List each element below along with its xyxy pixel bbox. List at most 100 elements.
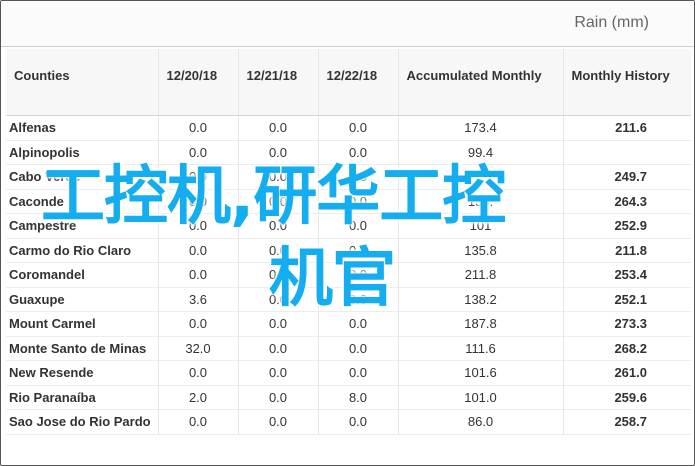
cell-accumulated: 111.6 xyxy=(397,336,563,361)
cell-day2: 0.0 xyxy=(237,287,318,312)
cell-accumulated: 101.0 xyxy=(397,385,563,410)
table-row[interactable]: Caconde 0.0 0.0 0.0 155. 264.3 xyxy=(6,189,691,214)
cell-history: 252.1 xyxy=(562,287,691,312)
cell-day2: 0.0 xyxy=(237,409,318,434)
cell-day2: 0.0 xyxy=(237,213,318,238)
cell-accumulated: 211.8 xyxy=(397,262,563,287)
table-row[interactable]: Cabo Verde 0.0 0.0 0.0 249.7 xyxy=(6,164,691,189)
column-header-day2[interactable]: 12/21/18 xyxy=(237,49,318,116)
column-header-day3[interactable]: 12/22/18 xyxy=(317,49,398,116)
cell-day1: 0.0 xyxy=(157,238,238,263)
cell-history: 264.3 xyxy=(562,189,691,214)
cell-day1: 0.0 xyxy=(157,360,238,385)
cell-accumulated: 99.4 xyxy=(397,140,563,165)
cell-day2: 0.0 xyxy=(237,238,318,263)
cell-accumulated xyxy=(397,164,563,189)
table-row[interactable]: Sao Jose do Rio Pardo 0.0 0.0 0.0 86.0 258.7 xyxy=(6,409,691,434)
cell-county: Caconde xyxy=(9,193,64,209)
cell-day3: 0.0 xyxy=(317,262,398,287)
rain-table-window: Rain (mm) Counties 12/20/18 12/21/18 12/… xyxy=(0,0,695,466)
cell-day3: 0.0 xyxy=(317,238,398,263)
cell-county: Sao Jose do Rio Pardo xyxy=(9,414,151,429)
cell-day2: 0.0 xyxy=(237,262,318,287)
cell-history: 268.2 xyxy=(562,336,691,361)
cell-county: Coromandel xyxy=(9,267,85,282)
cell-day3: 0.0 xyxy=(317,360,398,385)
column-header-history[interactable]: Monthly History xyxy=(562,49,691,116)
cell-day1: 0.0 xyxy=(157,409,238,434)
cell-history: 261.0 xyxy=(562,360,691,385)
cell-day2: 0.0 xyxy=(237,336,318,361)
cell-day1: 3.6 xyxy=(157,287,238,312)
cell-history: 211.6 xyxy=(562,115,691,140)
cell-day3: 0.0 xyxy=(317,311,398,336)
cell-day2: 0.0 xyxy=(237,140,318,165)
cell-history: 259.6 xyxy=(562,385,691,410)
cell-day3: 0.0 xyxy=(317,287,398,312)
cell-day1: 32.0 xyxy=(157,336,238,361)
cell-accumulated: 135.8 xyxy=(397,238,563,263)
cell-county: Alfenas xyxy=(9,120,56,135)
cell-accumulated: 187.8 xyxy=(397,311,563,336)
table-header-row: Counties 12/20/18 12/21/18 12/22/18 Accu… xyxy=(6,49,691,116)
cell-county: Alpinopolis xyxy=(9,144,80,160)
cell-history: 273.3 xyxy=(562,311,691,336)
cell-history: 253.4 xyxy=(562,262,691,287)
cell-accumulated: 86.0 xyxy=(397,409,563,434)
cell-county: Mount Carmel xyxy=(9,316,96,331)
cell-day2: 0.0 xyxy=(237,385,318,410)
cell-county: New Resende xyxy=(9,365,94,380)
cell-day1: 0.0 xyxy=(157,311,238,336)
cell-accumulated: 101.6 xyxy=(397,360,563,385)
cell-history: 249.7 xyxy=(562,164,691,189)
cell-accumulated: 155. xyxy=(397,189,563,214)
cell-day1: 0.0 xyxy=(157,115,238,140)
cell-day1: 0.0 xyxy=(157,140,238,165)
table-row[interactable]: Alpinopolis 0.0 0.0 0.0 99.4 xyxy=(6,140,691,165)
table-row[interactable]: Alfenas 0.0 0.0 0.0 173.4 211.6 xyxy=(6,115,691,140)
cell-history: 211.8 xyxy=(562,238,691,263)
cell-county: Guaxupe xyxy=(9,291,65,307)
table-caption: Rain (mm) xyxy=(574,14,649,31)
cell-accumulated: 101 xyxy=(397,213,563,238)
cell-county: Rio Paranaíba xyxy=(9,389,96,405)
cell-day3: 0.0 xyxy=(317,213,398,238)
table-row[interactable]: Campestre 0.0 0.0 0.0 101 252.9 xyxy=(6,213,691,238)
cell-day2: 0.0 xyxy=(237,360,318,385)
cell-county: Cabo Verde xyxy=(9,169,81,184)
cell-day1: 0.0 xyxy=(157,213,238,238)
cell-accumulated: 138.2 xyxy=(397,287,563,312)
rain-table: Counties 12/20/18 12/21/18 12/22/18 Accu… xyxy=(6,49,691,435)
column-header-day1[interactable]: 12/20/18 xyxy=(157,49,238,116)
column-header-accumulated[interactable]: Accumulated Monthly xyxy=(397,49,563,116)
cell-day3: 0.0 xyxy=(317,115,398,140)
cell-accumulated: 173.4 xyxy=(397,115,563,140)
cell-day3: 0.0 xyxy=(317,409,398,434)
cell-county: Campestre xyxy=(9,218,77,233)
cell-day1: 0.0 xyxy=(157,262,238,287)
cell-day3: 0.0 xyxy=(317,140,398,165)
table-row[interactable]: Coromandel 0.0 0.0 0.0 211.8 253.4 xyxy=(6,262,691,287)
cell-day2: 0.0 xyxy=(237,311,318,336)
column-header-counties[interactable]: Counties xyxy=(6,49,158,116)
table-row[interactable]: Mount Carmel 0.0 0.0 0.0 187.8 273.3 xyxy=(6,311,691,336)
table-row[interactable]: Carmo do Rio Claro 0.0 0.0 0.0 135.8 211.8 xyxy=(6,238,691,263)
table-row[interactable]: Guaxupe 3.6 0.0 0.0 138.2 252.1 xyxy=(6,287,691,312)
cell-day2: 0.0 xyxy=(237,115,318,140)
table-caption-bar: Rain (mm) xyxy=(1,1,694,47)
table-row[interactable]: Monte Santo de Minas 32.0 0.0 0.0 111.6 268.2 xyxy=(6,336,691,361)
cell-county: Carmo do Rio Claro xyxy=(9,242,132,258)
table-row[interactable]: New Resende 0.0 0.0 0.0 101.6 261.0 xyxy=(6,360,691,385)
cell-day3: 8.0 xyxy=(317,385,398,410)
cell-day1: 0.0 xyxy=(157,189,238,214)
cell-history: 252.9 xyxy=(562,213,691,238)
cell-county: Monte Santo de Minas xyxy=(9,340,147,356)
cell-day1: 0.0 xyxy=(157,164,238,189)
cell-history xyxy=(562,140,691,165)
cell-day1: 2.0 xyxy=(157,385,238,410)
table-row[interactable]: Rio Paranaíba 2.0 0.0 8.0 101.0 259.6 xyxy=(6,385,691,410)
cell-day2: 0.0 xyxy=(237,189,318,214)
cell-day3: 0.0 xyxy=(317,336,398,361)
cell-day2: 0.0 xyxy=(237,164,318,189)
cell-day3: 0.0 xyxy=(317,189,398,214)
